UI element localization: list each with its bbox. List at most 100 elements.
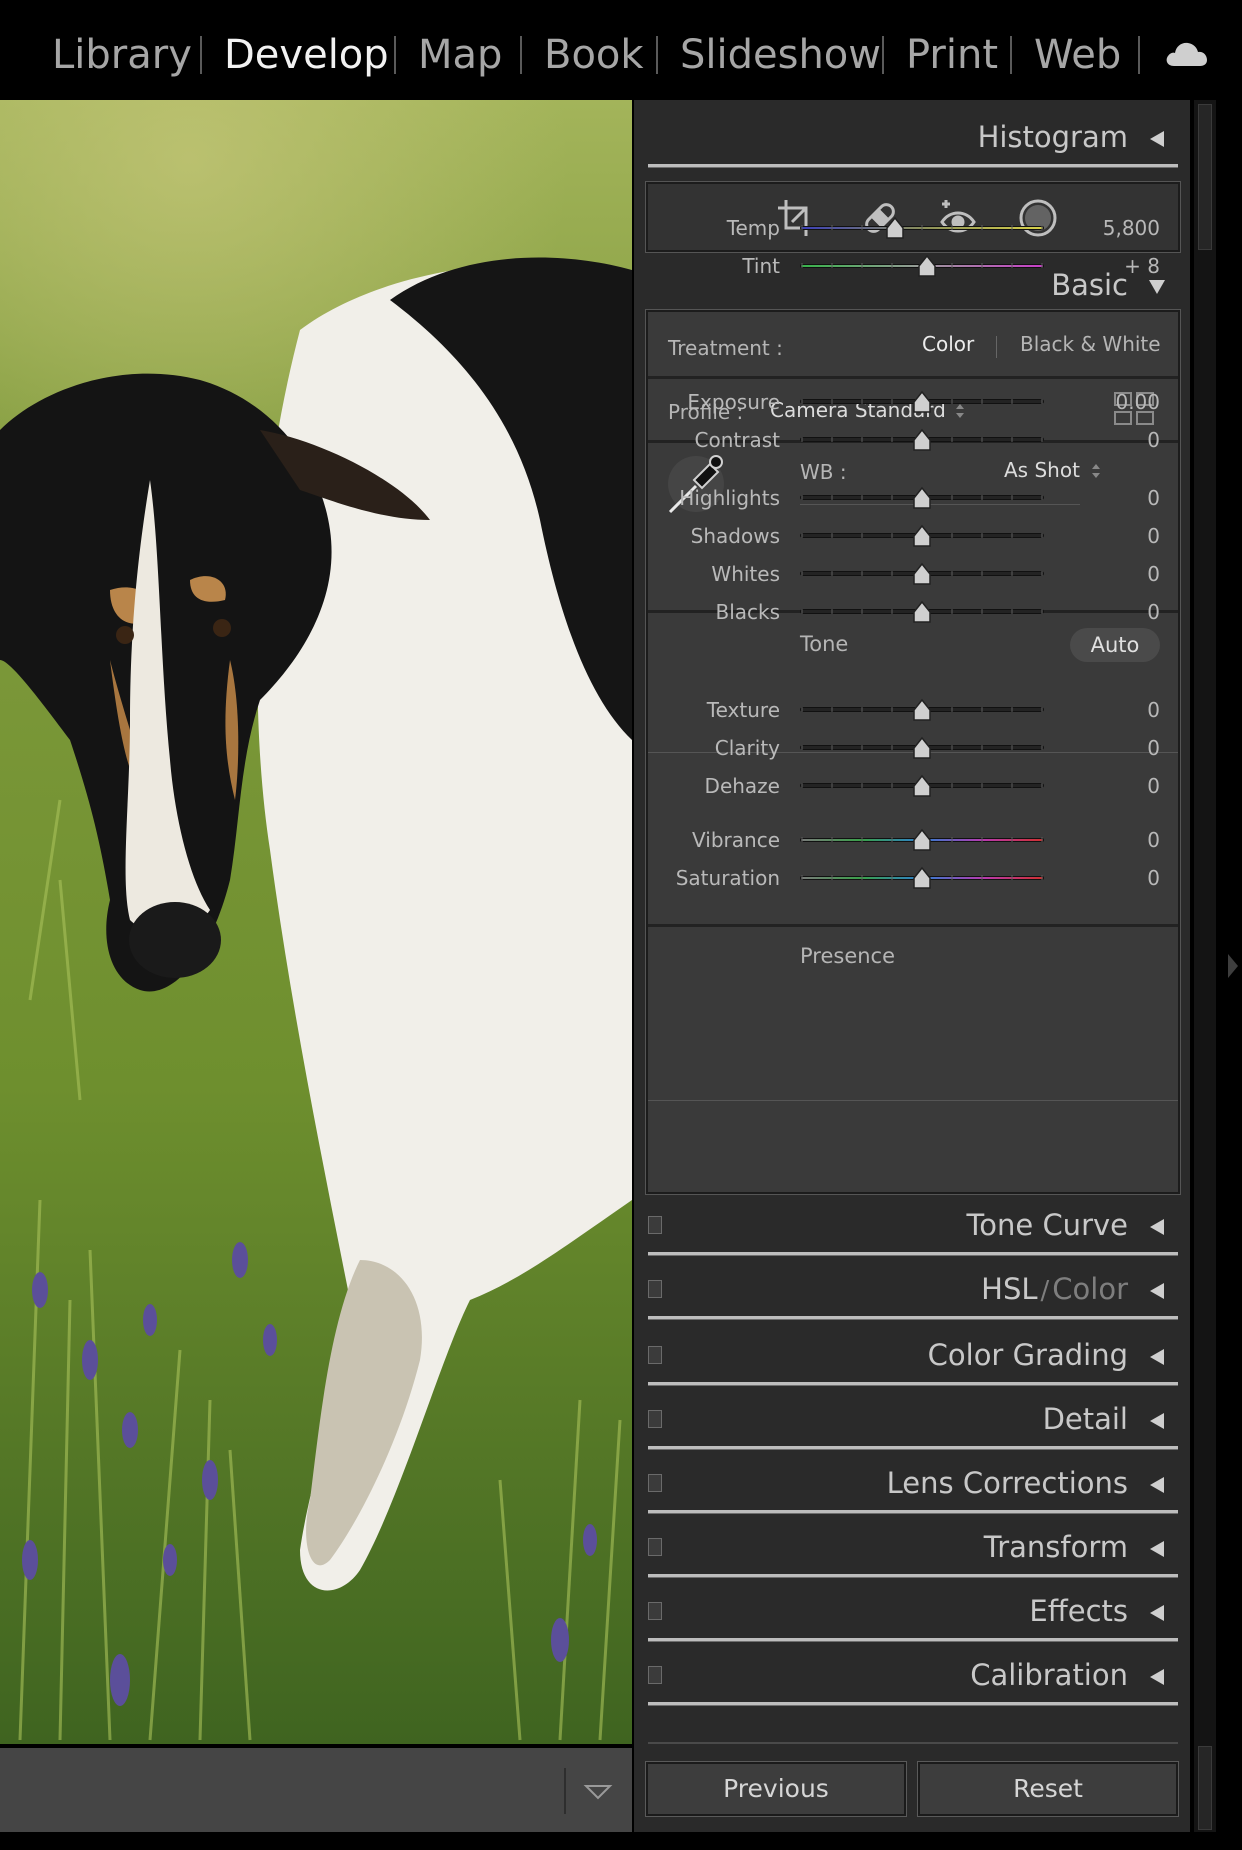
calibration-panel-header[interactable]: Calibration xyxy=(648,1646,1178,1706)
clarity-value[interactable]: 0 xyxy=(1080,736,1160,760)
slider-thumb[interactable] xyxy=(912,774,932,798)
panel-toggle-switch[interactable] xyxy=(648,1216,662,1234)
dog-photo xyxy=(0,100,632,1744)
slider-thumb[interactable] xyxy=(912,524,932,548)
auto-tone-button[interactable]: Auto xyxy=(1070,628,1160,662)
dehaze-slider[interactable] xyxy=(800,774,1044,798)
module-book[interactable]: Book xyxy=(544,30,644,80)
shadows-value[interactable]: 0 xyxy=(1080,524,1160,548)
exposure-slider[interactable] xyxy=(800,390,1044,414)
row-divider xyxy=(648,376,1178,379)
histogram-panel-header[interactable]: Histogram xyxy=(648,108,1178,168)
module-print[interactable]: Print xyxy=(906,30,998,80)
slider-thumb[interactable] xyxy=(912,828,932,852)
tint-slider[interactable] xyxy=(800,254,1044,278)
panel-toggle-switch[interactable] xyxy=(648,1280,662,1298)
hsl-tab[interactable]: HSL xyxy=(981,1272,1037,1306)
module-web[interactable]: Web xyxy=(1034,30,1121,80)
saturation-value[interactable]: 0 xyxy=(1080,866,1160,890)
slider-thumb[interactable] xyxy=(912,698,932,722)
exposure-value[interactable]: 0.00 xyxy=(1080,390,1160,414)
panel-toggle-switch[interactable] xyxy=(648,1474,662,1492)
panel-toggle-switch[interactable] xyxy=(648,1410,662,1428)
tint-value[interactable]: + 8 xyxy=(1080,254,1160,278)
reset-button[interactable]: Reset xyxy=(917,1761,1179,1817)
color-grading-panel-header[interactable]: Color Grading xyxy=(648,1326,1178,1386)
panel-title: Detail xyxy=(1042,1402,1128,1436)
panel-toggle-switch[interactable] xyxy=(648,1602,662,1620)
presence-section-label: Presence xyxy=(800,944,896,968)
color-tab[interactable]: Color xyxy=(1052,1272,1128,1306)
toolbar-menu-chevron-icon[interactable] xyxy=(580,1774,616,1810)
whites-slider[interactable] xyxy=(800,562,1044,586)
panel-title: Color Grading xyxy=(927,1338,1128,1372)
blacks-value[interactable]: 0 xyxy=(1080,600,1160,624)
module-slideshow[interactable]: Slideshow xyxy=(680,30,881,80)
module-map[interactable]: Map xyxy=(418,30,502,80)
module-library[interactable]: Library xyxy=(52,30,192,80)
panel-title: Lens Corrections xyxy=(886,1466,1128,1500)
cloud-icon[interactable] xyxy=(1164,36,1208,72)
temp-value[interactable]: 5,800 xyxy=(1080,216,1160,240)
panel-toggle-switch[interactable] xyxy=(648,1666,662,1684)
panel-divider xyxy=(648,1574,1178,1578)
highlights-value[interactable]: 0 xyxy=(1080,486,1160,510)
hsl-slash: / xyxy=(1040,1276,1050,1306)
treatment-separator xyxy=(996,336,997,358)
slider-thumb[interactable] xyxy=(912,428,932,452)
wb-dropdown[interactable]: As Shot xyxy=(1004,458,1080,482)
panel-toggle-switch[interactable] xyxy=(648,1538,662,1556)
contrast-value[interactable]: 0 xyxy=(1080,428,1160,452)
dehaze-label: Dehaze xyxy=(704,774,780,798)
vibrance-slider[interactable] xyxy=(800,828,1044,852)
treatment-bw-option[interactable]: Black & White xyxy=(1020,332,1161,356)
slider-thumb[interactable] xyxy=(912,562,932,586)
scrollbar-thumb[interactable] xyxy=(1198,104,1212,250)
slider-thumb[interactable] xyxy=(917,254,937,278)
slider-thumb[interactable] xyxy=(912,736,932,760)
clarity-slider[interactable] xyxy=(800,736,1044,760)
slider-thumb[interactable] xyxy=(885,216,905,240)
dehaze-value[interactable]: 0 xyxy=(1080,774,1160,798)
slider-thumb[interactable] xyxy=(912,866,932,890)
panel-scrollbar[interactable] xyxy=(1194,100,1216,1832)
shadows-slider[interactable] xyxy=(800,524,1044,548)
lens-corrections-panel-header[interactable]: Lens Corrections xyxy=(648,1454,1178,1514)
effects-panel-header[interactable]: Effects xyxy=(648,1582,1178,1642)
right-panel-toggle-icon[interactable] xyxy=(1226,952,1240,984)
contrast-slider[interactable] xyxy=(800,428,1044,452)
slider-thumb[interactable] xyxy=(912,390,932,414)
detail-panel-header[interactable]: Detail xyxy=(648,1390,1178,1450)
vibrance-value[interactable]: 0 xyxy=(1080,828,1160,852)
clarity-label: Clarity xyxy=(714,736,780,760)
bottom-divider xyxy=(648,1742,1178,1744)
texture-slider[interactable] xyxy=(800,698,1044,722)
module-develop[interactable]: Develop xyxy=(224,30,389,80)
temp-label: Temp xyxy=(726,216,780,240)
collapse-triangle-icon xyxy=(1146,1280,1168,1306)
temp-slider[interactable] xyxy=(800,216,1044,240)
wb-stepper-icon[interactable] xyxy=(1090,460,1102,486)
whites-value[interactable]: 0 xyxy=(1080,562,1160,586)
highlights-slider[interactable] xyxy=(800,486,1044,510)
texture-value[interactable]: 0 xyxy=(1080,698,1160,722)
basic-panel: Treatment : Color Black & White Profile … xyxy=(645,216,1181,1195)
tint-label: Tint xyxy=(742,254,780,278)
photo-canvas[interactable] xyxy=(0,100,632,1744)
highlights-label: Highlights xyxy=(679,486,780,510)
blacks-label: Blacks xyxy=(715,600,780,624)
module-picker: Library Develop Map Book Slideshow Print… xyxy=(0,0,1242,100)
slider-ticks xyxy=(800,216,1044,230)
shadows-label: Shadows xyxy=(690,524,780,548)
treatment-color-option[interactable]: Color xyxy=(922,332,974,356)
transform-panel-header[interactable]: Transform xyxy=(648,1518,1178,1578)
panel-divider xyxy=(648,1446,1178,1450)
hsl-color-panel-header[interactable]: HSL / Color xyxy=(648,1260,1178,1320)
previous-button[interactable]: Previous xyxy=(645,1761,907,1817)
panel-toggle-switch[interactable] xyxy=(648,1346,662,1364)
saturation-slider[interactable] xyxy=(800,866,1044,890)
blacks-slider[interactable] xyxy=(800,600,1044,624)
slider-thumb[interactable] xyxy=(912,486,932,510)
tone-curve-panel-header[interactable]: Tone Curve xyxy=(648,1196,1178,1256)
slider-thumb[interactable] xyxy=(912,600,932,624)
